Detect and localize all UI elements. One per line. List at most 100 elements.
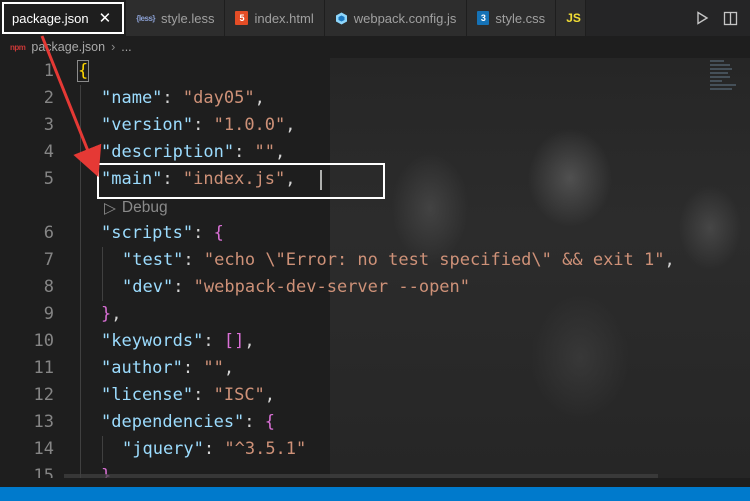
separator: : [182,358,204,378]
json-key: "dev" [122,277,174,297]
tab-style-css[interactable]: 3 style.css [467,0,557,36]
json-key: "test" [122,250,184,270]
comma: , [285,115,296,135]
tab-webpack-config[interactable]: webpack.config.js [324,0,468,36]
json-key: "jquery" [122,439,204,459]
line-number: 9 [43,304,54,324]
line-number: 4 [43,142,54,162]
vscode-window: package.json ✕ {less} style.less 5 index… [0,0,750,501]
separator: : [193,223,214,243]
line-number: 14 [33,439,54,459]
json-string: "webpack-dev-server --open" [193,277,471,297]
minimap[interactable] [710,58,740,118]
close-icon[interactable]: ✕ [99,9,112,27]
debug-icon: ▷ [104,199,116,217]
html5-icon: 5 [235,11,249,25]
line-number: 11 [33,358,54,378]
code-line: { [76,58,90,85]
indent-guide [102,247,103,301]
separator: : [183,250,204,270]
json-key: "version" [101,115,194,135]
code-line: "license": "ISC", [101,382,275,409]
horizontal-scrollbar[interactable] [64,474,658,478]
line-number-gutter: 1 2 3 4 5 6 7 8 9 10 11 12 13 14 15 [0,58,64,478]
breadcrumb-separator-icon: › [111,40,116,54]
line-number: 1 [43,61,54,81]
json-string: "echo \"Error: no test specified\" && ex… [203,250,665,270]
separator: : [234,142,255,162]
json-string: "ISC" [213,385,265,405]
comma: , [264,385,276,405]
separator: : [193,385,214,405]
line-number: 6 [43,223,54,243]
breadcrumb-file[interactable]: package.json [31,40,105,54]
indent-guide [102,436,103,463]
comma: , [244,331,255,351]
tab-index-html[interactable]: 5 index.html [225,0,325,36]
json-string: "" [203,358,224,378]
breadcrumb-trail[interactable]: ... [121,40,131,54]
debug-codelens[interactable]: ▷ Debug [104,196,168,220]
code-line: "author": "", [101,355,234,382]
comma: , [223,358,235,378]
line-number: 7 [43,250,54,270]
json-key: "author" [101,358,183,378]
json-string: "1.0.0" [213,115,286,135]
open-brace: { [264,412,276,432]
code-line: }, [101,301,122,328]
open-brace: { [76,60,90,82]
code-editor[interactable]: 1 2 3 4 5 6 7 8 9 10 11 12 13 14 15 { "n… [0,58,750,478]
separator: : [193,115,214,135]
comma: , [664,250,675,270]
run-icon[interactable] [695,11,709,25]
code-line: "name": "day05", [101,85,265,112]
tab-package-json[interactable]: package.json ✕ [0,0,127,36]
breadcrumb: npm package.json › ... [0,36,750,58]
status-bar [0,487,750,501]
line-number: 5 [43,169,54,189]
line-number: 8 [43,277,54,297]
json-key: "license" [101,385,194,405]
separator: : [244,412,265,432]
line-number: 3 [43,115,54,135]
json-string: "^3.5.1" [224,439,307,459]
editor-tab-bar: package.json ✕ {less} style.less 5 index… [0,0,750,36]
tab-js-file[interactable]: JS [556,0,586,36]
editor-actions [683,0,750,36]
json-key: "keywords" [101,331,204,351]
array-brackets: [] [223,331,245,351]
tab-label: webpack.config.js [353,10,457,26]
code-line: "version": "1.0.0", [101,112,296,139]
json-string: "day05" [182,88,255,108]
js-icon: JS [566,11,581,25]
json-key: "name" [101,88,163,108]
css3-icon: 3 [477,11,490,25]
tab-style-less[interactable]: {less} style.less [126,0,226,36]
close-brace: } [101,304,112,324]
line-number: 13 [33,412,54,432]
separator: : [162,88,183,108]
tab-label: style.less [161,10,215,26]
json-key: "description" [101,142,235,162]
separator: : [203,331,224,351]
line-number: 15 [33,466,54,478]
open-brace: { [213,223,224,243]
less-icon: {less} [136,13,155,23]
npm-icon: npm [10,42,26,52]
indent-guide [80,85,81,478]
code-line: "scripts": { [101,220,224,247]
json-key: "scripts" [101,223,194,243]
debug-label: Debug [121,199,168,216]
json-key: "dependencies" [101,412,245,432]
webpack-icon [335,12,348,25]
code-line: "test": "echo \"Error: no test specified… [122,247,675,274]
split-editor-icon[interactable] [723,11,738,26]
code-line: "dependencies": { [101,409,275,436]
code-line: "description": "", [101,139,285,166]
annotation-box [97,163,385,199]
line-number: 10 [33,331,54,351]
separator: : [173,277,194,297]
code-line: "jquery": "^3.5.1" [122,436,306,463]
json-string: "" [254,142,276,162]
code-line: "dev": "webpack-dev-server --open" [122,274,470,301]
